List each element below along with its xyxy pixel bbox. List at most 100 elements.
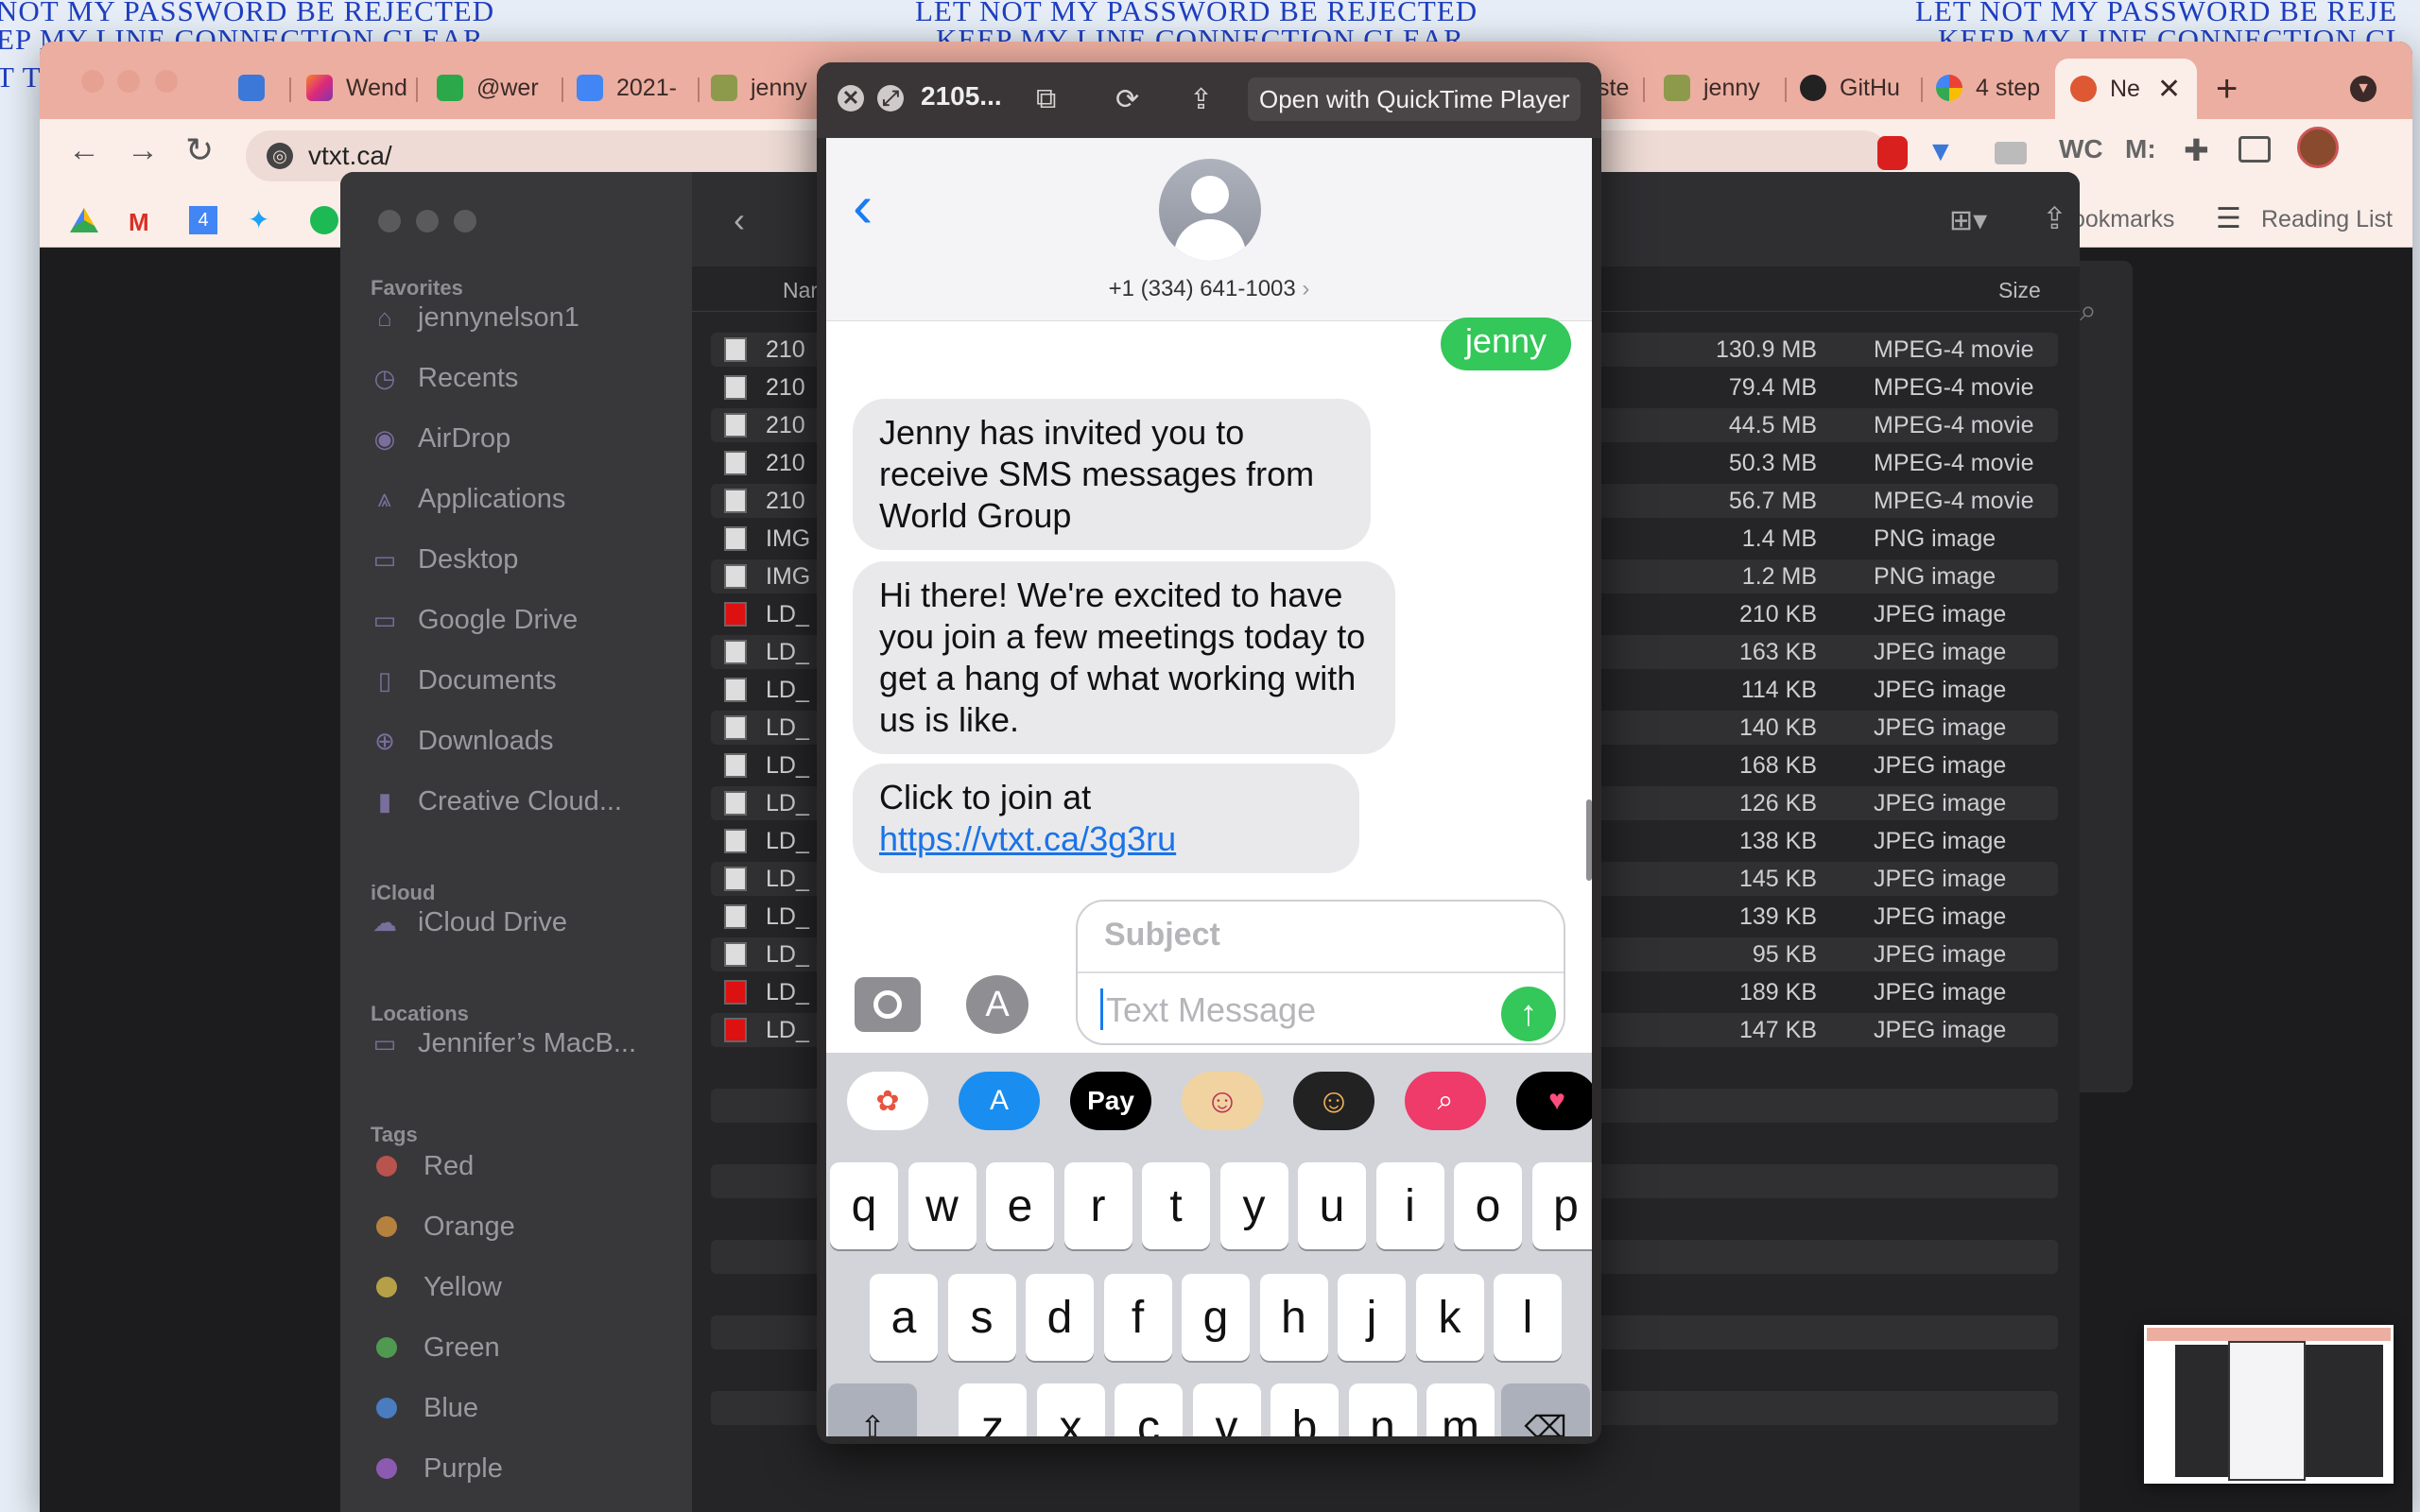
scroll-indicator[interactable] (1586, 799, 1592, 881)
contact-number[interactable]: +1 (334) 641-1003 › (826, 276, 1592, 302)
trianglo-extension-icon[interactable]: ▼ (1927, 136, 1955, 168)
key-a[interactable]: a (870, 1274, 938, 1361)
key-k[interactable]: k (1415, 1274, 1484, 1361)
column-size[interactable]: Size (1998, 278, 2041, 303)
key-c[interactable]: c (1115, 1383, 1183, 1436)
text-message-field[interactable]: Text Message (1106, 990, 1316, 1030)
forward-arrow-icon[interactable]: → (127, 132, 159, 169)
column-name[interactable]: Nar (783, 278, 818, 303)
key-x[interactable]: x (1036, 1383, 1105, 1436)
memoji-app-icon[interactable]: ☺ (1293, 1072, 1374, 1130)
extensions-puzzle-icon[interactable]: ✚ (2184, 132, 2209, 168)
join-link[interactable]: https://vtxt.ca/3g3ru (879, 819, 1176, 858)
tab-jenny-2[interactable]: jenny (1664, 64, 1777, 112)
send-arrow-icon[interactable]: ↑ (1501, 987, 1556, 1041)
contact-avatar-icon[interactable] (1159, 159, 1261, 261)
grid-view-icon[interactable]: ⊞▾ (1949, 204, 1987, 237)
sidebar-item-home[interactable]: ⌂ jennynelson1 (371, 297, 579, 338)
app-store-icon[interactable]: A (966, 975, 1028, 1034)
google-drive-bookmark-icon[interactable] (70, 208, 98, 232)
tab-docs[interactable]: 2021- (577, 64, 690, 112)
reload-icon[interactable]: ↻ (185, 130, 214, 170)
tab-github[interactable]: GitHu (1800, 64, 1913, 112)
cast-icon[interactable] (2238, 136, 2271, 163)
key-l[interactable]: l (1494, 1274, 1562, 1361)
sidebar-tag-orange[interactable]: Orange (371, 1206, 515, 1247)
sidebar-item-icloud-drive[interactable]: ☁ iCloud Drive (371, 902, 567, 943)
tab-trianglo[interactable] (238, 64, 284, 112)
key-i[interactable]: i (1375, 1162, 1444, 1249)
close-tab-icon[interactable]: ✕ (2157, 73, 2181, 106)
memoji-stickers-icon[interactable]: ☺ (1182, 1072, 1263, 1130)
reading-list-icon[interactable]: ☰ (2216, 202, 2241, 235)
fullscreen-icon[interactable]: ⤢ (877, 85, 904, 112)
sidebar-item-creative-cloud[interactable]: ▮ Creative Cloud... (371, 781, 622, 822)
tab-active[interactable]: Ne ✕ (2055, 59, 2197, 119)
close-icon[interactable]: ✕ (838, 85, 864, 112)
key-t[interactable]: t (1142, 1162, 1210, 1249)
sidebar-tag-green[interactable]: Green (371, 1327, 500, 1368)
key-r[interactable]: r (1063, 1162, 1132, 1249)
key-u[interactable]: u (1298, 1162, 1366, 1249)
back-arrow-icon[interactable]: ← (68, 132, 100, 169)
key-n[interactable]: n (1348, 1383, 1417, 1436)
rotate-icon[interactable]: ⟳ (1115, 83, 1139, 116)
key-v[interactable]: v (1192, 1383, 1261, 1436)
gmail-bookmark-icon[interactable]: M (129, 208, 149, 237)
delete-key[interactable]: ⌫ (1501, 1383, 1590, 1436)
tab-instagram[interactable]: Wend (306, 64, 410, 112)
back-chevron-icon[interactable]: ‹ (853, 176, 873, 236)
key-d[interactable]: d (1026, 1274, 1094, 1361)
close-window-button[interactable] (81, 70, 104, 93)
minimize-window-button[interactable] (416, 210, 439, 232)
sidebar-item-applications[interactable]: ⩓ Applications (371, 478, 566, 520)
key-e[interactable]: e (986, 1162, 1054, 1249)
profile-avatar[interactable] (2297, 127, 2339, 168)
key-p[interactable]: p (1531, 1162, 1592, 1249)
twitter-bookmark-icon[interactable]: ✦ (248, 204, 269, 235)
share-icon[interactable]: ⇪ (1189, 83, 1213, 116)
key-z[interactable]: z (959, 1383, 1027, 1436)
reading-list-link[interactable]: Reading List (2261, 206, 2393, 233)
sidebar-tag-red[interactable]: Red (371, 1145, 474, 1187)
minimize-window-button[interactable] (117, 70, 140, 93)
screenshot-thumbnail[interactable] (2144, 1325, 2394, 1484)
zoom-window-button[interactable] (155, 70, 178, 93)
key-w[interactable]: w (908, 1162, 977, 1249)
wc-extension-icon[interactable]: WC (2059, 134, 2103, 164)
sidebar-item-recents[interactable]: ◷ Recents (371, 357, 519, 399)
sidebar-item-desktop[interactable]: ▭ Desktop (371, 539, 519, 580)
calendar-bookmark-icon[interactable]: 4 (189, 206, 217, 234)
open-with-quicktime-button[interactable]: Open with QuickTime Player (1248, 77, 1582, 121)
images-search-icon[interactable]: ⌕ (1405, 1072, 1486, 1130)
close-window-button[interactable] (378, 210, 401, 232)
sidebar-item-macbook[interactable]: ▭ Jennifer’s MacB... (371, 1022, 636, 1064)
key-f[interactable]: f (1103, 1274, 1172, 1361)
key-m[interactable]: m (1426, 1383, 1495, 1436)
back-chevron-icon[interactable]: ‹ (734, 200, 745, 240)
new-tab-button[interactable]: + (2216, 68, 2238, 111)
sidebar-tag-yellow[interactable]: Yellow (371, 1266, 502, 1308)
photos-app-icon[interactable]: ✿ (847, 1072, 928, 1130)
search-icon[interactable]: ⌕ (2080, 293, 2097, 329)
tab-jenny[interactable]: jenny (711, 64, 824, 112)
tab-linktree[interactable]: @wer (437, 64, 541, 112)
spotify-bookmark-icon[interactable] (310, 206, 338, 234)
key-b[interactable]: b (1270, 1383, 1339, 1436)
tab-google[interactable]: 4 step (1936, 64, 2053, 112)
digital-touch-icon[interactable]: ♥ (1516, 1072, 1592, 1130)
key-g[interactable]: g (1182, 1274, 1250, 1361)
subject-field[interactable]: Subject (1104, 917, 1220, 954)
sidebar-tag-purple[interactable]: Purple (371, 1448, 503, 1489)
globe-icon[interactable]: ◎ (267, 143, 293, 169)
app-store-app-icon[interactable]: A (959, 1072, 1040, 1130)
sidebar-item-google-drive[interactable]: ▭ Google Drive (371, 599, 579, 641)
tab-search-icon[interactable]: ▼ (2350, 76, 2377, 102)
sidebar-item-airdrop[interactable]: ◉ AirDrop (371, 418, 511, 459)
other-bookmarks-link[interactable]: ookmarks (2072, 206, 2174, 233)
apple-pay-app-icon[interactable]: Pay (1070, 1072, 1151, 1130)
m-extension-icon[interactable]: M: (2125, 134, 2156, 164)
shift-key[interactable]: ⇧ (828, 1383, 917, 1436)
tab-steps[interactable]: ste (1598, 64, 1639, 112)
css-extension-icon[interactable] (1995, 142, 2027, 164)
